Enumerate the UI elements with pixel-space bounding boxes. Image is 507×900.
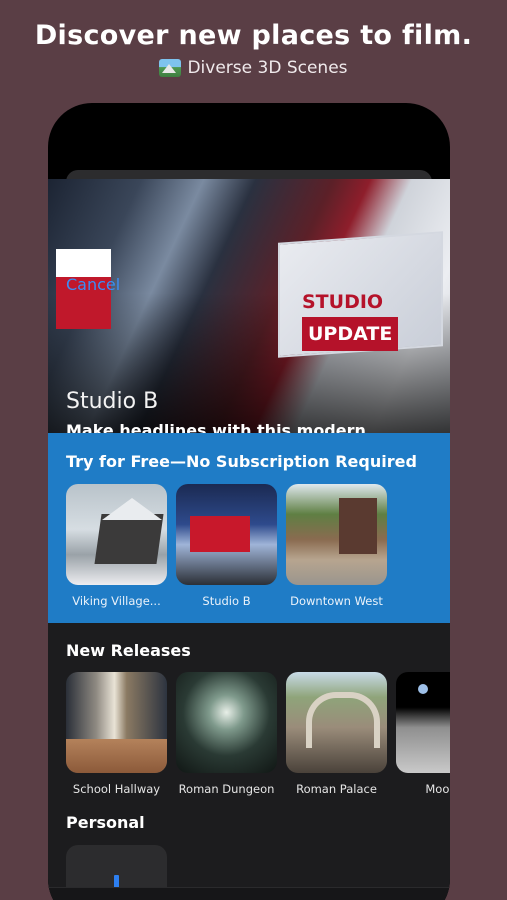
hero-screen-text-line2: UPDATE xyxy=(302,317,399,351)
free-section-title: Try for Free—No Subscription Required xyxy=(66,452,417,471)
scene-card-moon[interactable]: Moon S xyxy=(396,672,450,796)
scene-label: Viking Village... xyxy=(72,594,161,608)
hero-description: Make headlines with this modern broadcas… xyxy=(66,421,366,433)
scene-card-roman-palace[interactable]: Roman Palace xyxy=(286,672,387,796)
scene-thumbnail[interactable] xyxy=(176,672,277,773)
hero-title: Studio B xyxy=(66,389,159,414)
scene-card-roman-dungeon[interactable]: Roman Dungeon xyxy=(176,672,277,796)
new-releases-title: New Releases xyxy=(66,641,191,660)
promo-headline: Discover new places to film. xyxy=(34,20,473,51)
scene-thumbnail[interactable] xyxy=(396,672,450,773)
scene-thumbnail[interactable] xyxy=(286,484,387,585)
scene-card-downtown-west[interactable]: Downtown West xyxy=(286,484,387,608)
scene-label: School Hallway xyxy=(72,782,161,796)
scene-card-school-hallway[interactable]: School Hallway xyxy=(66,672,167,796)
cancel-button[interactable]: Cancel xyxy=(66,275,120,294)
scene-library: New Releases School Hallway Roman Dungeo… xyxy=(48,623,450,900)
scene-thumbnail[interactable] xyxy=(66,484,167,585)
scene-thumbnail[interactable] xyxy=(176,484,277,585)
hero-screen-text: STUDIO UPDATE xyxy=(302,287,399,351)
scene-label: Studio B xyxy=(202,594,251,608)
new-releases-row[interactable]: School Hallway Roman Dungeon Roman Palac… xyxy=(66,672,450,796)
scene-label: Moon S xyxy=(425,782,450,796)
hero-screen-text-line1: STUDIO xyxy=(302,291,384,313)
bottom-toolbar xyxy=(48,887,450,900)
scene-thumbnail[interactable] xyxy=(286,672,387,773)
scene-card-studio-b[interactable]: Studio B xyxy=(176,484,277,608)
scene-label: Roman Dungeon xyxy=(178,782,275,796)
scene-label: Roman Palace xyxy=(296,782,377,796)
scene-card-viking-village[interactable]: Viking Village... xyxy=(66,484,167,608)
scene-label: Downtown West xyxy=(290,594,383,608)
promo-subhead-text: Diverse 3D Scenes xyxy=(187,58,348,78)
scene-thumbnail[interactable] xyxy=(66,672,167,773)
free-scenes-row: Viking Village... Studio B Downtown West xyxy=(66,484,387,608)
phone-frame: STUDIO UPDATE Cancel Studio B Make headl… xyxy=(48,103,450,900)
personal-title: Personal xyxy=(66,813,145,832)
promo-subhead: Diverse 3D Scenes xyxy=(0,58,507,78)
free-scenes-section: Try for Free—No Subscription Required Vi… xyxy=(48,433,450,623)
hero-carousel[interactable]: STUDIO UPDATE Cancel Studio B Make headl… xyxy=(48,179,450,433)
mountain-scene-icon xyxy=(159,59,182,77)
